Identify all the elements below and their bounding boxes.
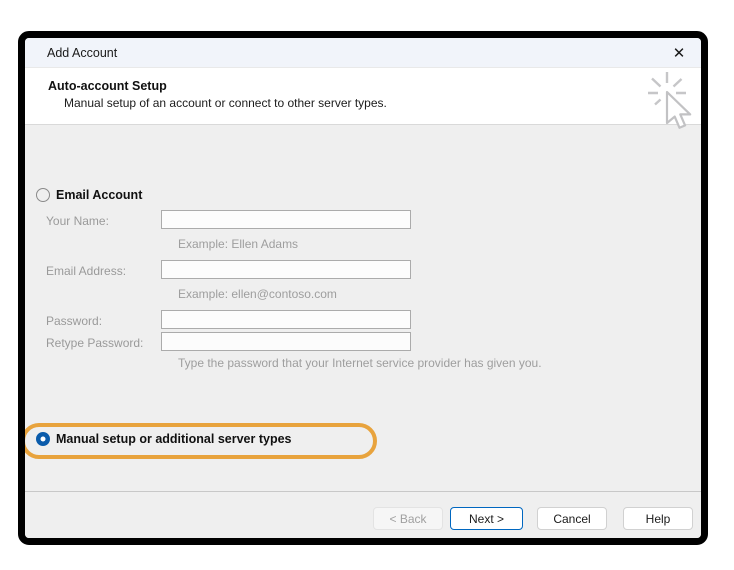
manual-setup-radio-label: Manual setup or additional server types <box>56 432 292 446</box>
email-account-radio-label: Email Account <box>56 188 143 202</box>
dialog-footer: < Back Next > Cancel Help <box>25 491 701 538</box>
password-note: Type the password that your Internet ser… <box>178 356 542 370</box>
cancel-button[interactable]: Cancel <box>537 507 607 530</box>
manual-setup-radio[interactable]: Manual setup or additional server types <box>36 432 291 446</box>
email-account-radio[interactable]: Email Account <box>36 188 142 202</box>
your-name-hint: Example: Ellen Adams <box>178 237 299 251</box>
wizard-header-subtitle: Manual setup of an account or connect to… <box>64 96 387 110</box>
radio-checked-icon[interactable] <box>36 432 50 446</box>
dialog-inner: Add Account ✕ Auto-account Setup Manual … <box>25 38 701 538</box>
add-account-dialog: Add Account ✕ Auto-account Setup Manual … <box>18 31 708 545</box>
wizard-header-title: Auto-account Setup <box>48 79 167 93</box>
close-icon[interactable]: ✕ <box>665 40 693 66</box>
dialog-body: Email Account Your Name: Example: Ellen … <box>25 126 701 491</box>
retype-password-input[interactable] <box>161 332 411 351</box>
password-input[interactable] <box>161 310 411 329</box>
your-name-input[interactable] <box>161 210 411 229</box>
your-name-label: Your Name: <box>46 214 109 228</box>
retype-password-label: Retype Password: <box>46 336 144 350</box>
back-button[interactable]: < Back <box>373 507 443 530</box>
email-address-hint: Example: ellen@contoso.com <box>178 287 337 301</box>
password-label: Password: <box>46 314 103 328</box>
page: Add Account ✕ Auto-account Setup Manual … <box>0 0 734 570</box>
dialog-title: Add Account <box>47 45 118 60</box>
email-address-label: Email Address: <box>46 264 127 278</box>
email-address-input[interactable] <box>161 260 411 279</box>
help-button[interactable]: Help <box>623 507 693 530</box>
next-button[interactable]: Next > <box>450 507 523 530</box>
radio-unchecked-icon[interactable] <box>36 188 50 202</box>
dialog-titlebar: Add Account ✕ <box>25 38 701 68</box>
wizard-header: Auto-account Setup Manual setup of an ac… <box>25 68 701 125</box>
